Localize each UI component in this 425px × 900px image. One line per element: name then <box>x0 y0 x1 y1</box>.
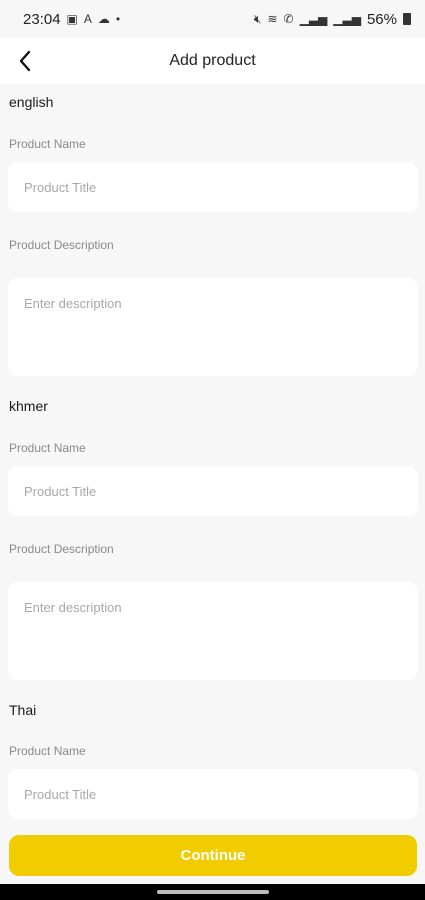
section-language-english: english <box>9 94 54 110</box>
product-name-input-khmer[interactable]: Product Title <box>8 466 418 516</box>
section-language-khmer: khmer <box>9 398 48 414</box>
image-icon: ▣ <box>66 12 78 26</box>
mute-icon: 🔇︎ <box>253 11 262 26</box>
product-description-placeholder: Enter description <box>24 296 122 311</box>
product-name-input-thai[interactable]: Product Title <box>8 769 418 819</box>
status-bar: 23:04 ▣ A ☁ • 🔇︎ ≋ ✆ ▁▃▅ ▁▃▅ 56% <box>0 0 425 38</box>
section-language-thai: Thai <box>9 702 37 718</box>
status-right: 🔇︎ ≋ ✆ ▁▃▅ ▁▃▅ 56% <box>254 11 411 28</box>
product-name-input-english[interactable]: Product Title <box>8 162 418 212</box>
status-left: 23:04 ▣ A ☁ • <box>23 11 120 28</box>
form-content[interactable]: english Product Name Product Title Produ… <box>0 84 425 828</box>
signal-icon: ▁▃▅ <box>299 12 328 26</box>
call-icon: ✆ <box>283 12 294 26</box>
battery-icon <box>403 13 411 25</box>
dot-icon: • <box>115 12 121 26</box>
signal-icon: ▁▃▅ <box>333 12 361 26</box>
product-description-input-english[interactable]: Enter description <box>8 278 418 376</box>
wifi-icon: ≋ <box>267 12 278 26</box>
product-name-placeholder: Product Title <box>24 484 97 499</box>
battery-text: 56% <box>366 10 397 28</box>
page-title: Add product <box>169 52 256 69</box>
product-name-label: Product Name <box>9 744 86 758</box>
product-name-placeholder: Product Title <box>24 180 97 195</box>
a-icon: A <box>83 12 92 26</box>
product-description-label: Product Description <box>9 542 114 556</box>
product-name-label: Product Name <box>9 441 86 455</box>
home-gesture-handle[interactable] <box>157 890 269 894</box>
system-nav-bar <box>0 884 425 900</box>
product-name-label: Product Name <box>9 137 86 151</box>
product-description-placeholder: Enter description <box>24 600 122 615</box>
app-bar: Add product <box>0 38 425 84</box>
continue-button[interactable]: Continue <box>9 835 417 876</box>
product-description-input-khmer[interactable]: Enter description <box>8 582 418 680</box>
product-description-label: Product Description <box>9 238 114 252</box>
product-name-placeholder: Product Title <box>24 787 97 802</box>
status-time: 23:04 <box>23 10 61 28</box>
cloud-icon: ☁ <box>97 12 110 26</box>
